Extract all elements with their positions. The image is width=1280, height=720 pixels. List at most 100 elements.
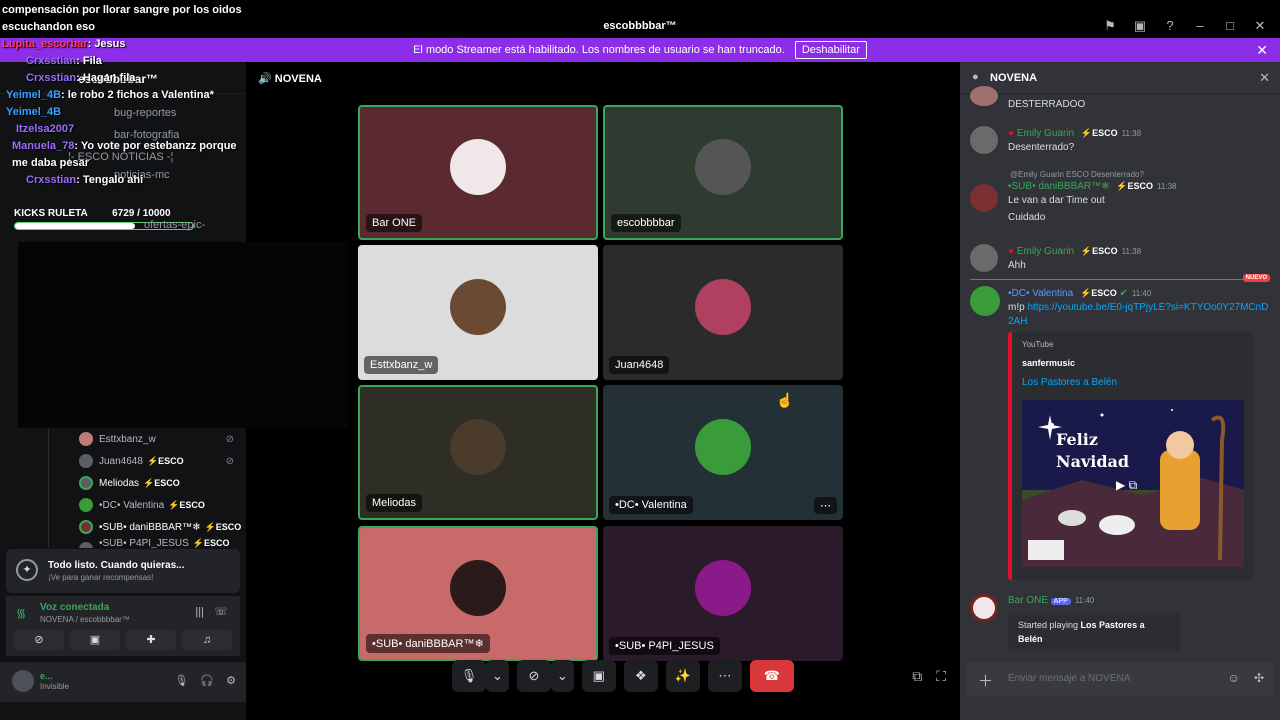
emoji-icon[interactable]: ☺ (1228, 671, 1240, 685)
help-icon[interactable]: ? (1160, 18, 1180, 34)
participant-name: •DC• Valentina (609, 496, 693, 514)
apps-icon[interactable]: ✣ (1254, 671, 1264, 685)
call-controls: 🎙 ⌄ ⊘ ⌄ ▣ ❖ ✨ ⋯ ☎ (452, 660, 794, 692)
user-panel: e... Invisible 🎙 🎧 ⚙ (0, 662, 246, 702)
attach-plus-icon[interactable]: ＋ (978, 670, 993, 691)
avatar (970, 86, 998, 106)
video-thumbnail[interactable]: Feliz Navidad ▶ ⧉ (1022, 400, 1244, 567)
participant-avatar (450, 138, 506, 195)
message-author[interactable]: Bar ONE (1008, 595, 1048, 606)
inbox-flag-icon[interactable]: ⚑ (1100, 18, 1120, 34)
headphones-icon[interactable]: 🎧 (200, 674, 214, 687)
reply-preview[interactable]: @Emily Guarin ESCO Desenterrado? (1010, 170, 1270, 179)
avatar[interactable] (970, 286, 1000, 316)
minimize-icon[interactable]: – (1190, 18, 1210, 34)
leave-call-button[interactable]: ☎ (749, 660, 794, 692)
voice-user[interactable]: •SUB• daniBBBAR™❄ ⚡ESCO (49, 516, 244, 538)
user-name[interactable]: e... (40, 671, 53, 681)
activities-button[interactable]: ❖ (623, 660, 658, 692)
signal-icon[interactable]: ᯾ (16, 604, 26, 621)
close-chat-icon[interactable]: ✕ (1259, 70, 1270, 86)
mute-button[interactable]: 🎙 (452, 660, 486, 692)
message-author[interactable]: Emily Guarin (1017, 128, 1074, 139)
chat-message: Bar ONE APP 11:40 Started playing Los Pas… (970, 594, 1270, 651)
chat-bubble-icon: ● (972, 71, 979, 83)
message-author[interactable]: Emily Guarin (1017, 246, 1074, 257)
participant-name: Bar ONE (366, 214, 423, 232)
message-author[interactable]: •SUB• daniBBBAR™❄ (1008, 181, 1110, 192)
thumbnail-text: Navidad (1056, 452, 1130, 471)
participant-tile[interactable]: escobbbbar (603, 105, 843, 240)
message-text: Desenterrado? (1008, 142, 1075, 153)
fullscreen-icon[interactable]: ⛶ (936, 668, 946, 685)
noise-suppression-icon[interactable]: ||| (195, 606, 204, 618)
voice-user[interactable]: Meliodas ⚡ESCO (49, 472, 244, 494)
camera-off-button[interactable]: ⊘ (14, 630, 64, 650)
share-screen-button[interactable]: ▣ (581, 660, 616, 692)
camera-button[interactable]: ⊘ (516, 660, 551, 692)
disable-streamer-button[interactable]: Deshabilitar (794, 41, 867, 59)
mic-icon[interactable]: 🎙 (174, 674, 188, 687)
more-options-button[interactable]: ⋯ (707, 660, 742, 692)
message-input-box[interactable]: ＋ Enviar mensaje a NOVENA ☺ ✣ (966, 662, 1274, 696)
quest-popup[interactable]: ✦ Todo listo. Cuando quieras... ¡Ve para… (6, 549, 240, 593)
youtube-link[interactable]: https://youtube.be/E0-jqTPjyLE?si=KTYOo0… (1008, 302, 1268, 327)
play-icon[interactable]: ▶ ⧉ (1116, 478, 1137, 493)
call-header: 🔊 NOVENA (258, 72, 322, 85)
new-messages-divider: NUEVO (970, 274, 1270, 282)
activities-button[interactable]: ✚ (126, 630, 176, 650)
participant-avatar (695, 278, 751, 335)
compass-icon: ✦ (16, 559, 38, 581)
avatar[interactable] (970, 244, 998, 272)
avatar[interactable] (970, 594, 998, 622)
message-input[interactable]: Enviar mensaje a NOVENA (1008, 673, 1130, 684)
voice-user[interactable]: Juan4648 ⚡ESCO ⊘ (49, 450, 244, 472)
voice-user[interactable]: Esttxbanz_w ⊘ (49, 428, 244, 450)
participant-name: escobbbbar (611, 214, 681, 232)
voice-status[interactable]: Voz conectada (40, 602, 109, 613)
avatar[interactable] (970, 184, 998, 212)
mic-options-chevron-icon[interactable]: ⌄ (486, 660, 509, 692)
voice-buttons: ⊘ ▣ ✚ ♫ (14, 630, 232, 650)
voice-user[interactable]: •DC• Valentina ⚡ESCO (49, 494, 244, 516)
disconnect-icon[interactable]: ☏ (214, 605, 228, 618)
esco-badge: ⚡ESCO (146, 455, 184, 466)
participant-tile[interactable]: Meliodas (358, 385, 598, 520)
participant-tile[interactable]: Esttxbanz_w (358, 245, 598, 380)
tile-more-icon[interactable]: ⋯ (814, 497, 837, 514)
chat-message: ● Emily Guarin ⚡ESCO 11:38 Ahh (970, 244, 1270, 273)
participant-tile[interactable]: Bar ONE (358, 105, 598, 240)
close-banner-icon[interactable]: ✕ (1256, 42, 1268, 59)
overlay-chat-line: Crxsstian: Tengalo ahi (26, 174, 144, 186)
esco-badge: ⚡ESCO (192, 538, 230, 548)
embed-title[interactable]: Los Pastores a Belén (1022, 377, 1117, 388)
user-avatar[interactable] (12, 670, 34, 692)
voice-channel[interactable]: NOVENA / escobbbbar™ (40, 615, 130, 624)
screen-icon[interactable]: ▣ (1130, 18, 1150, 34)
settings-gear-icon[interactable]: ⚙ (226, 674, 236, 687)
participant-tile[interactable]: •SUB• P4PI_JESUS (603, 526, 843, 661)
soundboard-button[interactable]: ✨ (665, 660, 700, 692)
message-text: Ahh (1008, 260, 1026, 271)
participant-tile[interactable]: •DC• Valentina ⋯ (603, 385, 843, 520)
input-icons: ☺ ✣ (1228, 671, 1264, 685)
participant-name: Meliodas (366, 494, 423, 512)
chat-message: @Emily Guarin ESCO Desenterrado? •SUB• d… (970, 170, 1270, 225)
close-window-icon[interactable]: ✕ (1250, 18, 1270, 34)
voice-user[interactable]: •SUB• P4PI_JESUS ⚡ESCO (49, 538, 244, 548)
participant-tile[interactable]: •SUB• daniBBBAR™❄ (358, 526, 598, 661)
chat-title: NOVENA (990, 72, 1038, 84)
maximize-icon[interactable]: □ (1220, 18, 1240, 34)
screen-share-button[interactable]: ▣ (70, 630, 120, 650)
participant-tile[interactable]: Juan4648 (603, 245, 843, 380)
message-author[interactable]: •DC• Valentina (1008, 288, 1073, 299)
overlay-chat-line: Crxsstian: Fila (26, 55, 102, 67)
overlay-chat-line: Yeimel_4B: le robo 2 fichos a Valentina* (6, 89, 214, 101)
chat-message: DESTERRADOO (970, 86, 1270, 112)
chat-message: •DC• Valentina ⚡ESCO ✔ 11:40 m!p https://… (970, 286, 1270, 329)
embed-author[interactable]: sanfermusic (1022, 358, 1075, 368)
avatar[interactable] (970, 126, 998, 154)
camera-options-chevron-icon[interactable]: ⌄ (550, 660, 574, 692)
popout-icon[interactable]: ⧉ (912, 668, 922, 685)
soundboard-button[interactable]: ♫ (182, 630, 232, 650)
